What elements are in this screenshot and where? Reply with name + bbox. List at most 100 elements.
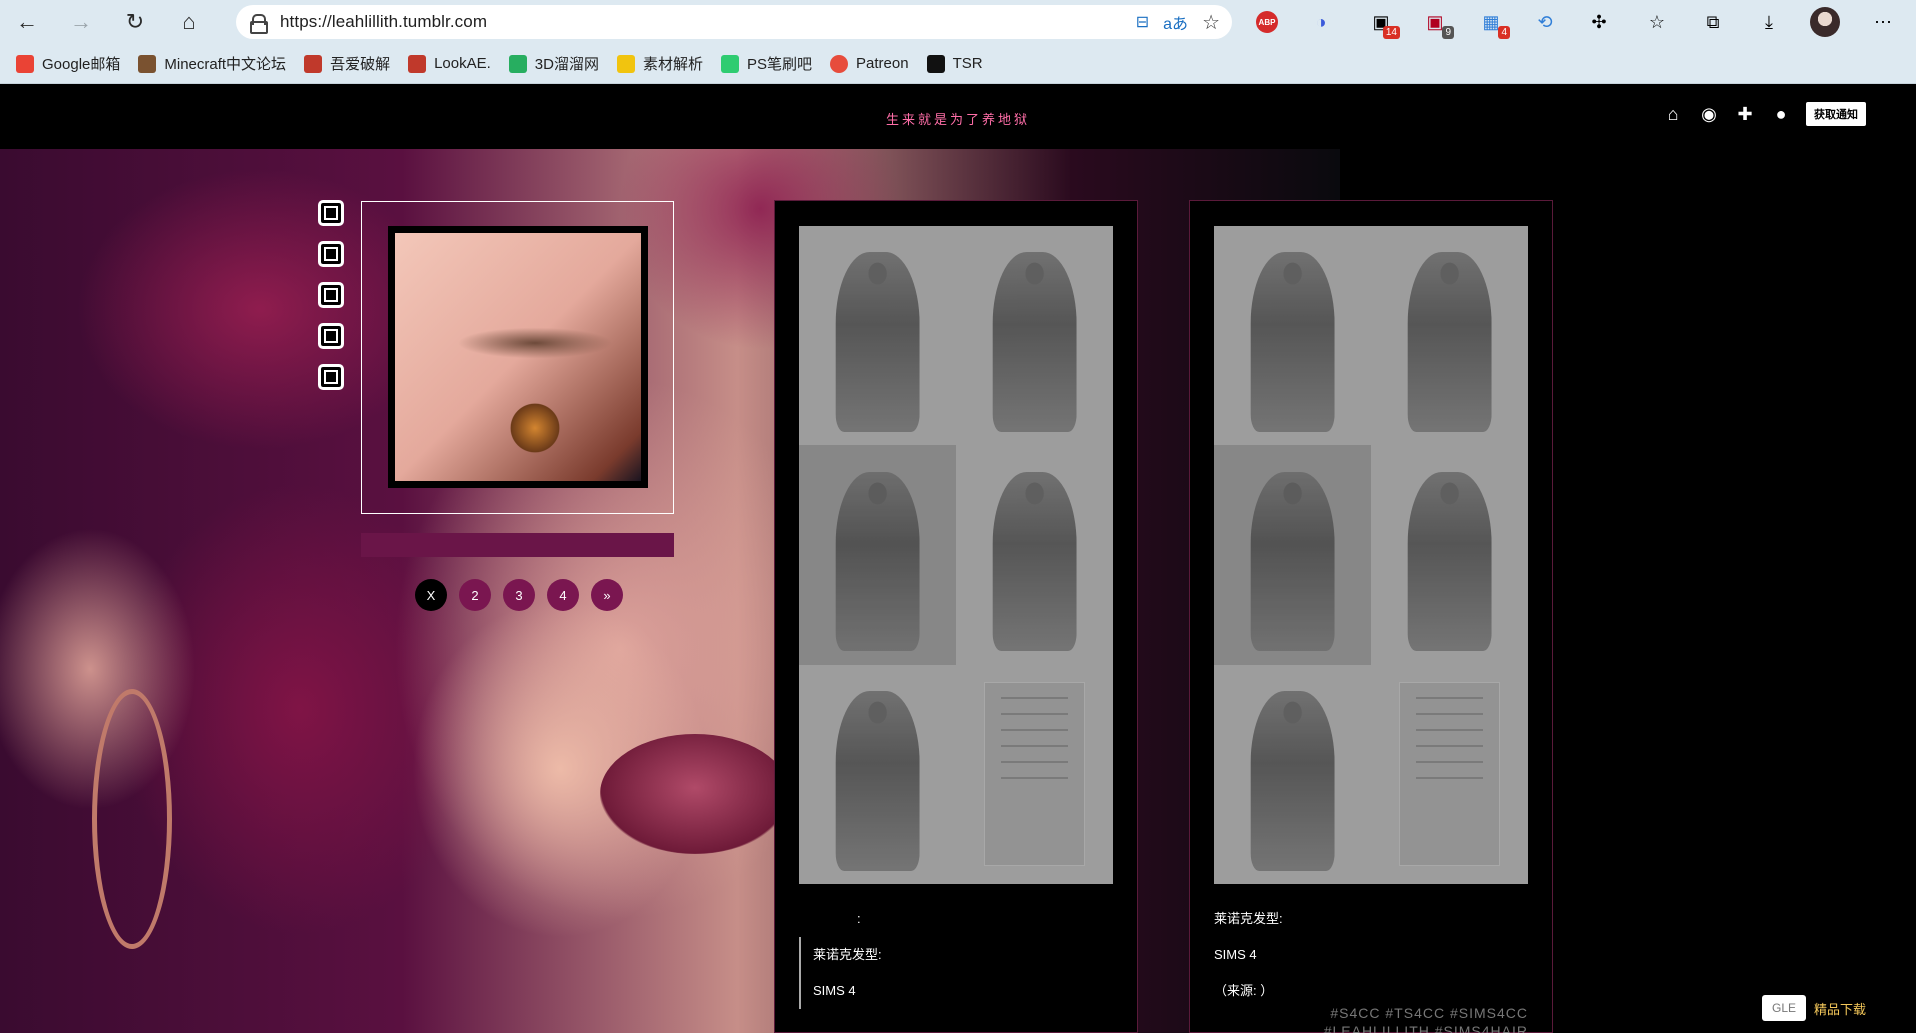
bookmark-minecraft[interactable]: Minecraft中文论坛 <box>138 53 286 74</box>
extension-sync[interactable]: ⟲ <box>1530 7 1560 37</box>
caption-line: 莱诺克发型: <box>813 947 882 962</box>
page-2[interactable]: 2 <box>459 579 491 611</box>
model-figure <box>992 252 1077 433</box>
browser-toolbar: ← → ↻ ⌂ https://leahlillith.tumblr.com ⊟… <box>0 0 1916 44</box>
model-figure <box>835 252 920 433</box>
page-3[interactable]: 3 <box>503 579 535 611</box>
chat-badge: 14 <box>1382 26 1400 39</box>
read-aloud-icon[interactable]: aあ <box>1163 10 1188 34</box>
psbrush-icon <box>721 54 739 73</box>
info-card-tile <box>1371 664 1528 884</box>
video-icon: ▣ <box>1426 11 1444 32</box>
model-figure <box>1407 252 1492 433</box>
blog-nav: ⌂ ◉ ✚ ● 获取通知 <box>1662 102 1916 126</box>
patreon-icon <box>830 54 849 73</box>
bookmarks-bar: Google邮箱 Minecraft中文论坛 吾爱破解 LookAE. 3D溜溜… <box>0 44 1916 84</box>
favorite-star-icon[interactable]: ☆ <box>1202 10 1220 35</box>
3d66-icon <box>508 54 527 73</box>
bookmark-52pojie[interactable]: 吾爱破解 <box>304 53 390 74</box>
bookmark-gmail[interactable]: Google邮箱 <box>16 53 120 74</box>
address-bar[interactable]: https://leahlillith.tumblr.com ⊟ aあ ☆ <box>236 5 1232 39</box>
extension-chat[interactable]: ▣ 14 <box>1366 7 1400 39</box>
photo-tile <box>1371 445 1528 665</box>
apps-badge: 4 <box>1498 26 1510 39</box>
page-4[interactable]: 4 <box>547 579 579 611</box>
bookmark-sucai[interactable]: 素材解析 <box>616 53 703 74</box>
caption-line: SIMS 4 <box>1214 947 1257 962</box>
bookmark-label: 素材解析 <box>642 56 703 73</box>
refresh-button[interactable]: ↻ <box>108 0 162 44</box>
profile-button[interactable] <box>1810 7 1840 37</box>
lookae-icon <box>408 54 427 73</box>
bookmark-label: Google邮箱 <box>42 56 121 73</box>
home-button[interactable]: ⌂ <box>162 0 216 44</box>
pagination: X 2 3 4 » <box>415 579 623 611</box>
bookmark-label: Minecraft中文论坛 <box>164 56 287 73</box>
bookmark-psbrush[interactable]: PS笔刷吧 <box>721 53 812 74</box>
extension-video[interactable]: ▣ 9 <box>1420 7 1454 39</box>
site-watermark: 精品下载 <box>1814 1001 1867 1017</box>
collections-button[interactable]: ⧉ <box>1698 7 1728 37</box>
sidebar-link-3[interactable] <box>318 282 344 308</box>
post-image-1[interactable] <box>799 226 1113 884</box>
photo-tile <box>956 445 1113 665</box>
home-nav-icon[interactable]: ⌂ <box>1662 104 1684 125</box>
caption-quote: 莱诺克发型: SIMS 4 <box>799 937 1119 1009</box>
portrait-lips <box>600 734 790 854</box>
sidebar-link-1[interactable] <box>318 200 344 226</box>
forward-button[interactable]: → <box>54 0 108 44</box>
sidebar-link-4[interactable] <box>318 323 344 349</box>
eye-nav-icon[interactable]: ◉ <box>1698 104 1720 125</box>
bookmark-label: 吾爱破解 <box>330 56 391 73</box>
download-icon: ⤓ <box>1765 11 1773 32</box>
post-image-2[interactable] <box>1214 226 1528 884</box>
bookmark-lookae[interactable]: LookAE. <box>408 54 491 73</box>
adblock-icon: ABP <box>1256 11 1278 33</box>
favorites-button[interactable]: ☆ <box>1642 7 1672 37</box>
model-figure <box>1250 252 1335 433</box>
sync-icon: ⟲ <box>1537 11 1553 32</box>
bookmark-label: 3D溜溜网 <box>534 56 599 73</box>
adblock-extension[interactable]: ABP <box>1252 7 1282 37</box>
ask-nav-icon[interactable]: ✚ <box>1734 104 1756 125</box>
menu-button[interactable]: ⋯ <box>1868 7 1898 37</box>
page-next[interactable]: » <box>591 579 623 611</box>
bookmark-label: Patreon <box>856 55 909 72</box>
bookmark-label: TSR <box>952 55 983 72</box>
bookmark-3d66[interactable]: 3D溜溜网 <box>508 53 599 74</box>
sidebar-link-5[interactable] <box>318 364 344 390</box>
extension-globe[interactable]: ◑ <box>1306 7 1336 37</box>
back-button[interactable]: ← <box>0 0 54 44</box>
description-bar <box>361 533 674 557</box>
photo-tile <box>1371 226 1528 446</box>
bookmark-tsr[interactable]: TSR <box>926 54 983 73</box>
bookmark-patreon[interactable]: Patreon <box>830 54 909 73</box>
extension-apps[interactable]: ▦ 4 <box>1476 7 1510 39</box>
info-card-tile <box>956 664 1113 884</box>
url-text[interactable]: https://leahlillith.tumblr.com <box>280 12 487 32</box>
52pojie-icon <box>304 54 323 73</box>
blog-avatar-image <box>388 226 648 488</box>
downloads-button[interactable]: ⤓ <box>1754 7 1784 37</box>
tag-line[interactable]: #S4CC #TS4CC #SIMS4CC <box>1324 1004 1528 1022</box>
apps-grid-icon: ▦ <box>1482 11 1500 32</box>
gleam-button[interactable]: GLE <box>1762 995 1807 1021</box>
info-card <box>984 682 1085 867</box>
post-card-1: : 莱诺克发型: SIMS 4 <box>774 200 1138 1033</box>
get-notifications-button[interactable]: 获取通知 <box>1806 102 1866 126</box>
model-figure <box>835 690 920 871</box>
blog-title[interactable]: 生来就是为了养地狱 <box>0 109 1916 128</box>
sidebar-links <box>318 200 344 390</box>
gleam-widget: GLE 精品下载 <box>1762 988 1912 1028</box>
sidebar-link-2[interactable] <box>318 241 344 267</box>
caption-line: : <box>857 911 861 926</box>
more-dots-icon: ⋯ <box>1874 11 1892 32</box>
extensions-button[interactable]: ✣ <box>1584 7 1614 37</box>
app-available-icon[interactable]: ⊟ <box>1136 12 1149 32</box>
tag-line[interactable]: #LEAHLILLITH #SIMS4HAIR <box>1324 1022 1528 1033</box>
page-current[interactable]: X <box>415 579 447 611</box>
model-figure <box>1250 471 1335 652</box>
photo-tile <box>799 445 956 665</box>
photo-tile <box>956 226 1113 446</box>
user-nav-icon[interactable]: ● <box>1770 104 1792 125</box>
